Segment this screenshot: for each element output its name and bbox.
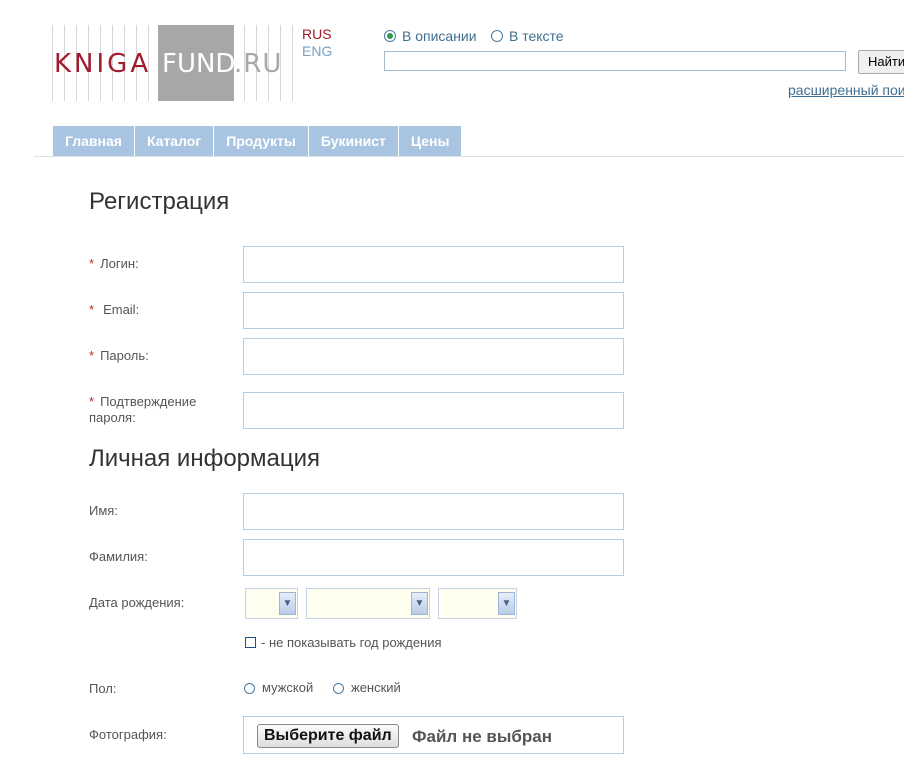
birth-month-select[interactable]: ▼ [306, 588, 430, 619]
gender-female-radio[interactable] [333, 683, 344, 694]
birth-day-select[interactable]: ▼ [245, 588, 298, 619]
nav-item-products[interactable]: Продукты [214, 126, 309, 156]
first-name-label: Имя: [89, 503, 118, 518]
nav-item-home[interactable]: Главная [53, 126, 135, 156]
password-label: * Пароль: [89, 348, 149, 363]
last-name-label: Фамилия: [89, 549, 148, 564]
birth-year-select[interactable]: ▼ [438, 588, 517, 619]
chevron-down-icon: ▼ [279, 592, 296, 615]
nav-item-prices[interactable]: Цены [398, 126, 463, 156]
chevron-down-icon: ▼ [411, 592, 428, 615]
logo-text-ru: .RU [234, 49, 283, 79]
file-status-text: Файл не выбран [412, 727, 552, 746]
photo-file-input[interactable]: Выберите файл Файл не выбран [243, 716, 624, 754]
nav-item-bukinist[interactable]: Букинист [308, 126, 399, 156]
password-confirm-label: * Подтверждение пароля: [89, 394, 197, 425]
radio-checked-icon[interactable] [384, 30, 396, 42]
radio-icon[interactable] [491, 30, 503, 42]
lang-rus-link[interactable]: RUS [302, 26, 332, 42]
personal-info-title: Личная информация [89, 445, 321, 472]
logo-text-fund: FUND [162, 49, 236, 79]
birthdate-label: Дата рождения: [89, 595, 185, 610]
advanced-search-link[interactable]: расширенный поиск [788, 82, 904, 98]
last-name-input[interactable] [243, 539, 624, 576]
logo-text-kniga: KNIGA [54, 49, 152, 79]
nav-divider [34, 156, 904, 157]
search-mode-description-label: В описании [402, 28, 477, 44]
login-label: * Логин: [89, 256, 139, 271]
site-logo[interactable]: KNIGA FUND .RU [52, 25, 294, 101]
password-confirm-input[interactable] [243, 392, 624, 429]
search-button[interactable]: Найти [858, 50, 904, 74]
first-name-input[interactable] [243, 493, 624, 530]
gender-female-label: женский [351, 680, 401, 695]
choose-file-button[interactable]: Выберите файл [257, 724, 399, 748]
gender-male-label: мужской [262, 680, 314, 695]
password-input[interactable] [243, 338, 624, 375]
search-mode-text[interactable]: В тексте [491, 28, 564, 44]
hide-birth-year-label: - не показывать год рождения [261, 635, 442, 650]
chevron-down-icon: ▼ [498, 592, 515, 615]
gender-label: Пол: [89, 681, 117, 696]
search-mode-description[interactable]: В описании [384, 28, 477, 44]
photo-label: Фотография: [89, 727, 167, 742]
search-input[interactable] [384, 51, 846, 71]
email-input[interactable] [243, 292, 624, 329]
lang-eng-link[interactable]: ENG [302, 43, 332, 59]
hide-birth-year-checkbox[interactable] [245, 637, 256, 648]
registration-title: Регистрация [89, 188, 230, 215]
search-mode-text-label: В тексте [509, 28, 564, 44]
email-label: * Email: [89, 302, 140, 317]
gender-male-radio[interactable] [244, 683, 255, 694]
main-nav: Главная Каталог Продукты Букинист Цены [53, 126, 463, 156]
nav-item-catalog[interactable]: Каталог [134, 126, 215, 156]
login-input[interactable] [243, 246, 624, 283]
